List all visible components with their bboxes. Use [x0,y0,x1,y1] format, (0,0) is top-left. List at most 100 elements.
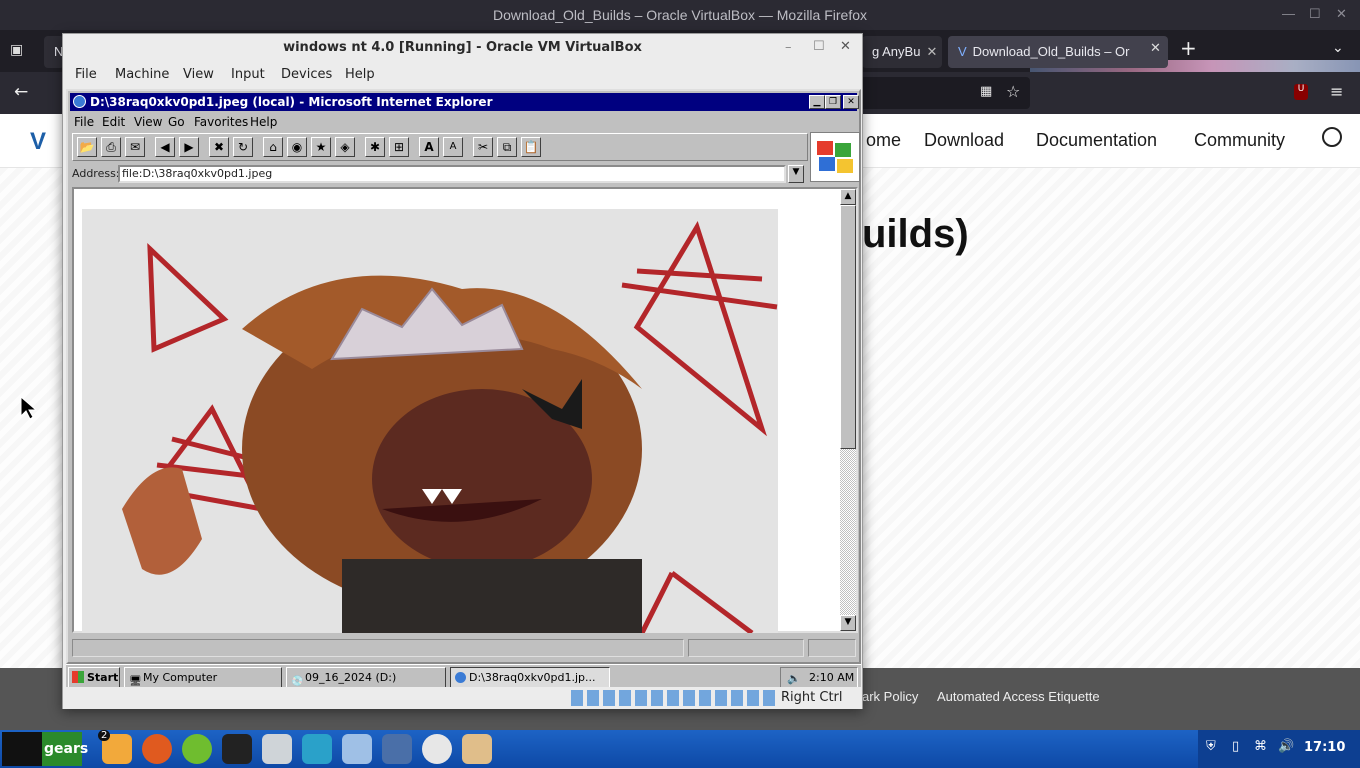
nav-documentation[interactable]: Documentation [1036,130,1157,151]
vbox-statusbar: Right Ctrl [63,687,862,709]
software-center-icon[interactable] [182,734,212,764]
ublock-icon[interactable]: U [1294,84,1308,100]
ie-restore-button[interactable]: ❐ [825,95,841,109]
paste-icon[interactable]: 📋 [521,137,541,157]
tab-download-old-builds[interactable]: V Download_Old_Builds – Or [948,36,1168,68]
url-bar[interactable]: ▦ ☆ [860,77,1030,109]
font-smaller-icon[interactable]: A [443,137,463,157]
gears-menu-button[interactable]: gears [2,732,88,766]
scroll-thumb[interactable] [840,205,856,449]
nav-download[interactable]: Download [924,130,1004,151]
print-icon[interactable]: ⎙ [101,137,121,157]
search-icon[interactable]: ◉ [287,137,307,157]
nav-home[interactable]: ome [866,130,901,151]
refresh-icon[interactable]: ↻ [233,137,253,157]
stop-icon[interactable]: ✖ [209,137,229,157]
minimize-icon[interactable]: — [1282,6,1295,21]
vbox-menu-input[interactable]: Input [231,67,265,82]
address-input[interactable]: file:D:\38raq0xkv0pd1.jpeg [118,165,786,183]
scroll-up-icon[interactable]: ▲ [840,189,856,205]
vbox-menu-help[interactable]: Help [345,67,375,82]
vbox-device-icons[interactable] [571,690,777,706]
ie-close-button[interactable]: ✕ [843,95,859,109]
tab-label: g AnyBu [872,44,921,59]
network-icon[interactable]: ⌘ [1254,739,1267,754]
volume-icon[interactable]: 🔊 [1278,739,1294,754]
maximize-icon[interactable]: ☐ [1309,6,1321,22]
home-icon[interactable]: ⌂ [263,137,283,157]
close-tab-icon[interactable]: ✕ [926,44,937,59]
font-larger-icon[interactable]: A [419,137,439,157]
shield-icon[interactable]: ⛨ [1206,739,1216,754]
footer-link-etiquette[interactable]: Automated Access Etiquette [937,689,1100,704]
clipboard-icon[interactable]: ▯ [1232,739,1239,754]
package-manager-icon[interactable] [342,734,372,764]
vbox-menu-view[interactable]: View [183,67,214,82]
taskbar-item-ie[interactable]: D:\38raq0xkv0pd1.jp... [450,667,610,688]
cut-icon[interactable]: ✂ [473,137,493,157]
footer-link-policy[interactable]: ark Policy [862,689,918,704]
close-icon[interactable]: ✕ [1336,6,1347,22]
taskbar-item-drive-d[interactable]: 💿 09_16_2024 (D:) [286,667,446,688]
ie-menu-go[interactable]: Go [168,115,185,129]
ie-menu-file[interactable]: File [74,115,94,129]
virtualbox-window[interactable]: windows nt 4.0 [Running] - Oracle VM Vir… [62,33,863,709]
tab-list-icon[interactable]: ▣ [10,42,23,58]
maximize-icon[interactable]: ☐ [813,39,825,54]
start-button[interactable]: Start [68,667,120,688]
close-tab-icon[interactable]: ✕ [1150,41,1161,56]
terminal-icon[interactable] [222,734,252,764]
firefox-icon[interactable] [142,734,172,764]
account-icon[interactable] [1322,127,1342,147]
back-arrow-icon[interactable]: ◀ [155,137,175,157]
history-icon[interactable]: ◈ [335,137,355,157]
back-icon[interactable]: ← [14,82,28,102]
ie-globe-icon [455,672,466,683]
chevron-down-icon[interactable]: ⌄ [1332,40,1344,56]
scroll-down-icon[interactable]: ▼ [840,615,856,631]
virtualbox-logo-icon[interactable]: V [30,128,46,156]
system-monitor-icon[interactable] [302,734,332,764]
menu-icon[interactable]: ≡ [1330,82,1343,101]
ie-window[interactable]: D:\38raq0xkv0pd1.jpeg (local) - Microsof… [66,89,861,664]
channels-icon[interactable]: ✱ [365,137,385,157]
close-icon[interactable]: ✕ [840,39,851,54]
ie-menu-edit[interactable]: Edit [102,115,125,129]
ie-menu-favorites[interactable]: Favorites [194,115,248,129]
ie-menu-view[interactable]: View [134,115,162,129]
virtualbox-vm-icon[interactable] [382,734,412,764]
ie-menu-help[interactable]: Help [250,115,277,129]
open-icon[interactable]: 📂 [77,137,97,157]
drive-icon: 💿 [291,676,304,687]
vbox-menu-machine[interactable]: Machine [115,67,169,82]
start-label: Start [87,671,119,684]
address-dropdown-icon[interactable]: ▼ [788,165,804,183]
new-tab-button[interactable]: + [1180,36,1197,60]
minimize-icon[interactable]: – [785,40,792,55]
favorites-icon[interactable]: ★ [311,137,331,157]
tab-anybuild[interactable]: g AnyBu ✕ [862,36,942,68]
menu-label: gears [44,741,89,757]
settings-icon[interactable] [262,734,292,764]
volume-icon[interactable]: 🔈 [787,669,801,687]
disc-icon[interactable] [422,734,452,764]
ie-globe-icon [73,95,86,108]
tab-partial-left[interactable]: N [44,36,64,68]
extensions-icon[interactable]: ▦ [980,84,992,99]
copy-icon[interactable]: ⧉ [497,137,517,157]
ie-minimize-button[interactable]: ▁ [809,95,825,109]
taskbar-item-my-computer[interactable]: 🖥 My Computer [124,667,282,688]
vbox-menu-file[interactable]: File [75,67,97,82]
archive-icon[interactable] [462,734,492,764]
fullscreen-icon[interactable]: ⊞ [389,137,409,157]
bookmark-star-icon[interactable]: ☆ [1006,82,1020,101]
forward-arrow-icon[interactable]: ▶ [179,137,199,157]
vbox-menubar: File Machine View Input Devices Help [63,62,862,88]
ie-statusbar [72,637,858,659]
vertical-scrollbar[interactable]: ▲ ▼ [840,189,856,631]
mail-icon[interactable]: ✉ [125,137,145,157]
nav-community[interactable]: Community [1194,130,1285,151]
guest-screen[interactable]: D:\38raq0xkv0pd1.jpeg (local) - Microsof… [66,89,861,689]
vbox-menu-devices[interactable]: Devices [281,67,332,82]
ie-viewport[interactable]: ▲ ▼ [72,187,858,633]
